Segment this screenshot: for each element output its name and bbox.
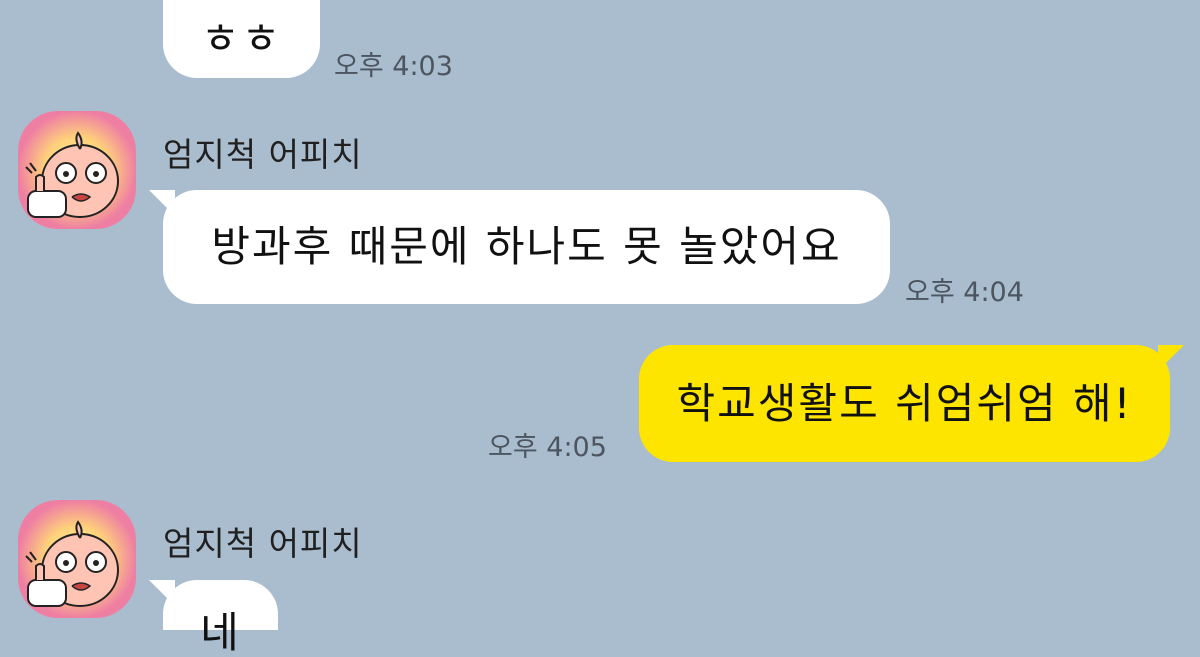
avatar[interactable] <box>18 500 136 618</box>
chat-room: ㅎㅎ 오후 4:03 엄지척 어피치 방과후 때문에 하나도 못 놀았어요 오후… <box>0 0 1200 654</box>
message-bubble-received[interactable]: 네 <box>149 580 278 654</box>
message-text: 학교생활도 쉬엄쉬엄 해! <box>676 378 1133 428</box>
bubble-tail <box>149 190 175 216</box>
bubble-tail <box>1158 345 1184 371</box>
message-timestamp: 오후 4:03 <box>334 51 453 82</box>
message-timestamp: 오후 4:04 <box>905 277 1024 308</box>
apeach-thumbs-up-icon <box>18 500 136 618</box>
message-text: 방과후 때문에 하나도 못 놀았어요 <box>211 222 842 271</box>
message-text: 네 <box>200 608 241 657</box>
message-text: ㅎㅎ <box>200 14 283 63</box>
avatar[interactable] <box>18 111 136 229</box>
bubble-tail <box>149 580 175 606</box>
sender-name: 엄지척 어피치 <box>163 524 363 563</box>
message-timestamp: 오후 4:05 <box>488 432 607 463</box>
message-bubble-sent[interactable]: 학교생활도 쉬엄쉬엄 해! <box>639 345 1184 462</box>
message-bubble-received[interactable]: 방과후 때문에 하나도 못 놀았어요 <box>149 190 890 304</box>
message-bubble-received[interactable]: ㅎㅎ <box>163 0 320 78</box>
sender-name: 엄지척 어피치 <box>163 135 363 174</box>
apeach-thumbs-up-icon <box>18 111 136 229</box>
